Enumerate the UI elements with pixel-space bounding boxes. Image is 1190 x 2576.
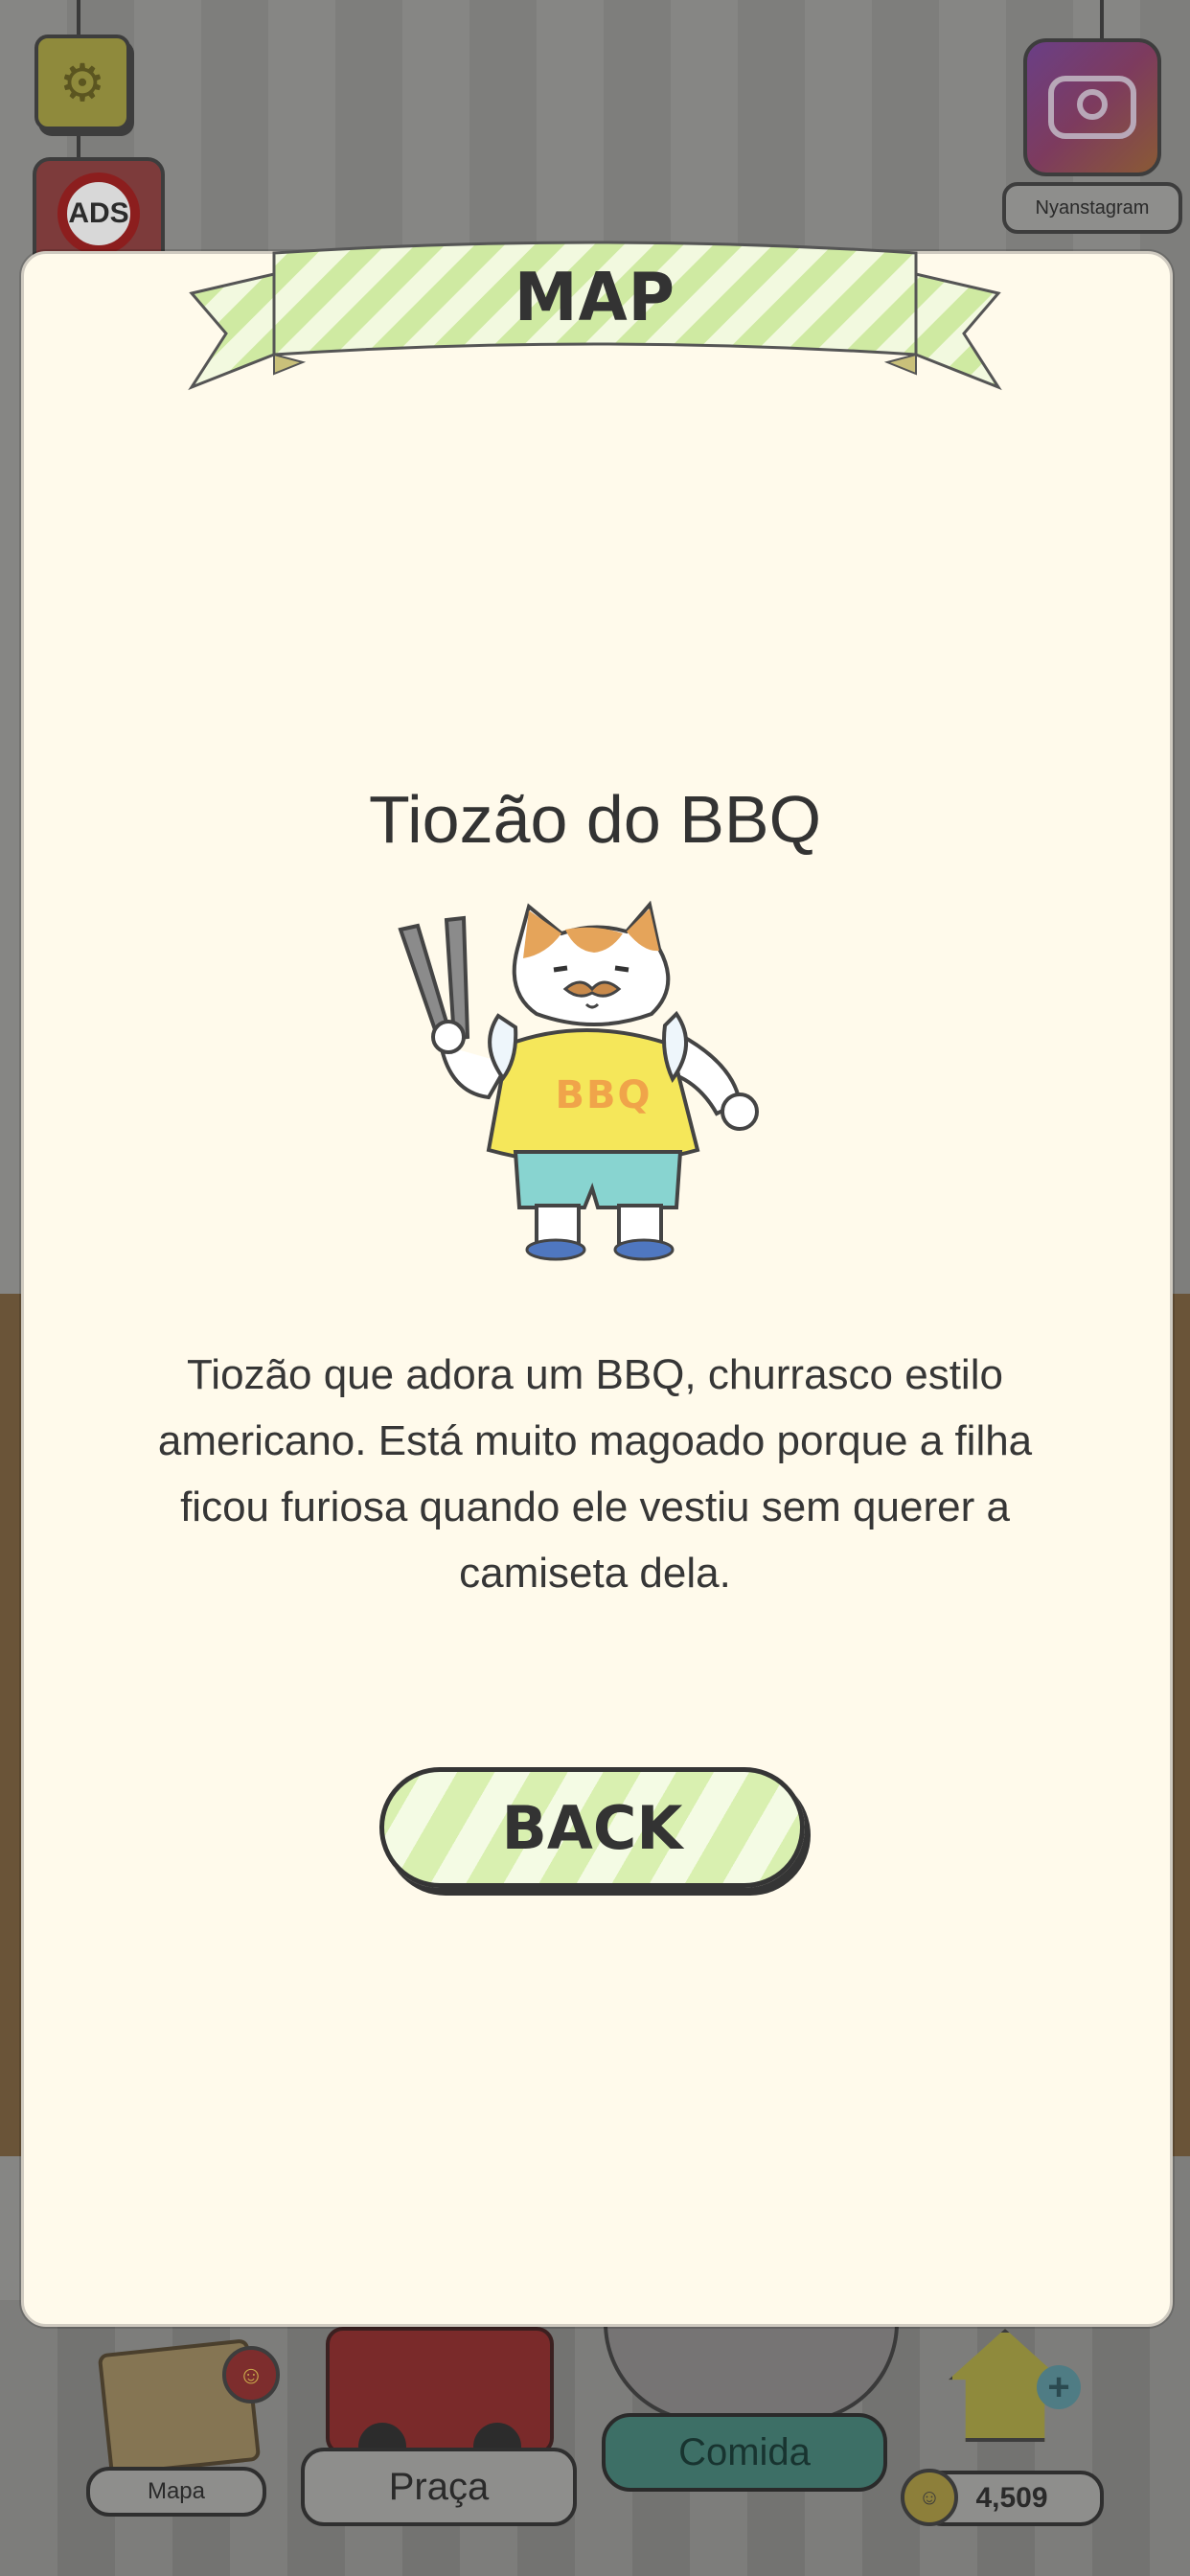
back-button[interactable]: BACK [379,1767,805,1888]
map-banner: MAP [188,234,1002,397]
nav-comida-button[interactable]: Comida [602,2413,887,2492]
cat-badge-icon: ☺ [222,2346,280,2404]
bbq-cat-character-illustration: BBQ [393,900,776,1275]
coin-icon: ☺ [901,2469,958,2526]
nav-mapa-button[interactable]: Mapa [86,2467,266,2517]
plus-icon[interactable]: + [1037,2365,1081,2409]
character-description: Tiozão que adora um BBQ, churrasco estil… [157,1351,1033,1597]
settings-button[interactable]: ⚙ [34,34,130,130]
banner-title: MAP [514,259,676,336]
character-detail-modal [21,251,1173,2327]
instagram-label[interactable]: Nyanstagram [1002,182,1182,234]
hanging-rope [1100,0,1104,40]
hanging-rope [77,0,80,38]
gear-icon: ⚙ [58,54,106,112]
instagram-button[interactable] [1023,38,1161,176]
camera-icon [1048,76,1136,139]
character-name: Tiozão do BBQ [368,782,822,857]
ads-label: ADS [68,197,129,229]
nav-praca-button[interactable]: Praça [301,2448,577,2526]
back-button-label: BACK [501,1792,683,1863]
ads-icon: ADS [57,172,140,255]
shirt-text: BBQ [555,1073,652,1117]
food-truck-icon[interactable] [326,2327,554,2471]
